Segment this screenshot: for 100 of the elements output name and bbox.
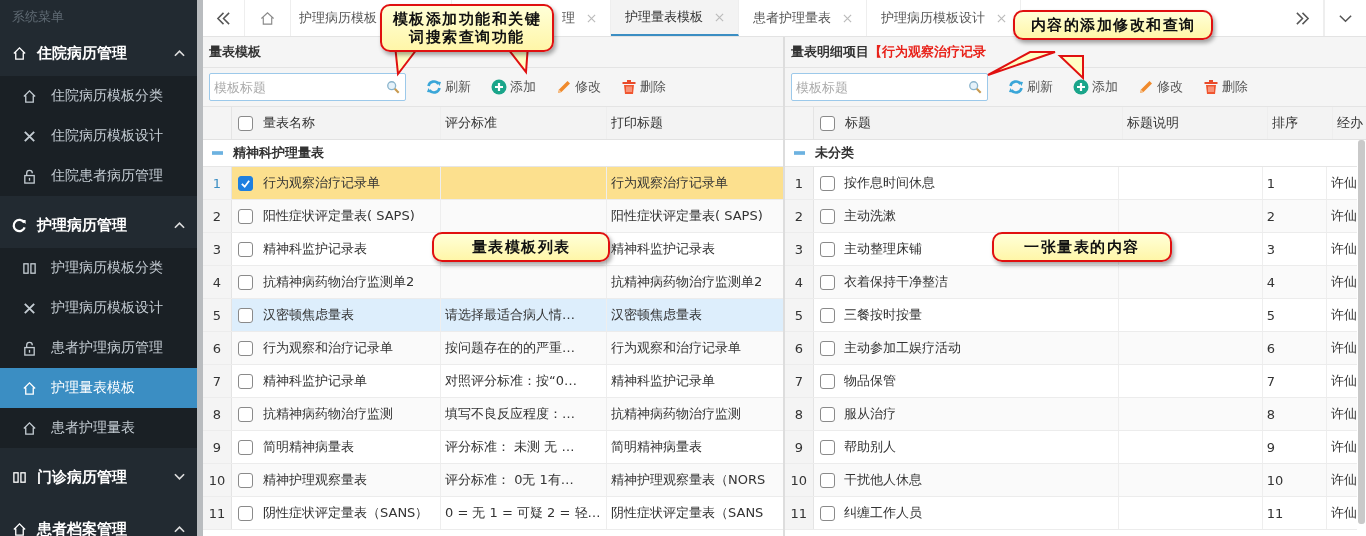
table-row[interactable]: 8 抗精神病药物治疗监测 填写不良反应程度：… 抗精神病药物治疗监测: [203, 398, 783, 431]
chevron-down-icon[interactable]: [174, 473, 185, 481]
menu-group-header[interactable]: 门诊病历管理: [0, 454, 197, 500]
search-field[interactable]: 模板标题: [209, 73, 406, 101]
table-cell: 简明精神病量表: [259, 431, 441, 463]
table-cell: 三餐按时按量: [840, 299, 1120, 331]
search-field[interactable]: 模板标题: [791, 73, 988, 101]
toolbar-button[interactable]: 添加: [483, 76, 544, 98]
callout-tooltip: 一张量表的内容: [992, 232, 1172, 262]
tab[interactable]: 护理量表模板: [611, 0, 739, 36]
checkbox[interactable]: [238, 505, 253, 521]
checkbox[interactable]: [819, 175, 835, 191]
toolbar-button[interactable]: 刷新: [1000, 76, 1061, 98]
table-cell: 物品保管: [840, 365, 1120, 397]
column-header[interactable]: 评分标准: [441, 107, 607, 139]
callout-tooltip: 内容的添加修改和查询: [1013, 10, 1213, 40]
menu-item[interactable]: 护理病历模板设计: [0, 288, 197, 328]
toolbar-button[interactable]: 删除: [1195, 76, 1256, 98]
checkbox[interactable]: [238, 340, 253, 356]
scrollbar[interactable]: [1358, 140, 1365, 524]
table-row[interactable]: 5 汉密顿焦虑量表 请选择最适合病人情… 汉密顿焦虑量表: [203, 299, 783, 332]
menu-group-header[interactable]: 护理病历管理: [0, 202, 197, 248]
checkbox[interactable]: [819, 373, 835, 389]
home-icon: [22, 88, 37, 104]
trash-icon: [1203, 79, 1219, 95]
table-row[interactable]: 10 精神护理观察量表 评分标准： 0无 1有… 精神护理观察量表（NORS: [203, 464, 783, 497]
column-header[interactable]: 标题: [841, 107, 1123, 139]
checkbox[interactable]: [819, 208, 835, 224]
table-cell-text: 抗精神病药物治疗监测: [610, 405, 742, 423]
toolbar-button[interactable]: 添加: [1065, 76, 1126, 98]
column-header[interactable]: 标题说明: [1123, 107, 1268, 139]
toolbar-button[interactable]: 删除: [613, 76, 674, 98]
checkbox[interactable]: [238, 439, 253, 455]
checkbox[interactable]: [819, 274, 835, 290]
table-cell: 服从治疗: [840, 398, 1120, 430]
checkbox[interactable]: [819, 241, 835, 257]
table-row[interactable]: 9 简明精神病量表 评分标准： 未测 无 … 简明精神病量表: [203, 431, 783, 464]
table-cell-text: 抗精神病药物治疗监测单2: [610, 273, 764, 291]
checkbox[interactable]: [238, 373, 253, 389]
column-header[interactable]: 排序: [1268, 107, 1333, 139]
checkbox[interactable]: [238, 274, 253, 290]
home-icon: [22, 380, 37, 396]
close-icon[interactable]: [587, 13, 596, 23]
row-number: 6: [203, 332, 232, 364]
table-row[interactable]: 1 行为观察治疗记录单 行为观察治疗记录单: [203, 167, 783, 200]
table-cell: 纠缠工作人员: [840, 497, 1120, 529]
checkbox[interactable]: [238, 406, 253, 422]
collapse-icon[interactable]: [794, 150, 805, 156]
checkbox[interactable]: [238, 307, 253, 323]
toolbar-button[interactable]: 修改: [548, 76, 609, 98]
row-number: 3: [203, 233, 232, 265]
checkbox[interactable]: [819, 472, 835, 488]
checkbox[interactable]: [819, 340, 835, 356]
checkbox[interactable]: [238, 241, 253, 257]
menu-item[interactable]: 住院患者病历管理: [0, 156, 197, 196]
tab[interactable]: 患者护理量表: [739, 0, 867, 36]
chevron-up-icon[interactable]: [174, 221, 185, 229]
table-row[interactable]: 6 行为观察和治疗记录单 按问题存在的的严重… 行为观察和治疗记录单: [203, 332, 783, 365]
menu-item[interactable]: 住院病历模板分类: [0, 76, 197, 116]
close-icon[interactable]: [843, 13, 852, 23]
menu-item[interactable]: 护理病历模板分类: [0, 248, 197, 288]
table-row[interactable]: 2 阳性症状评定量表( SAPS) 阳性症状评定量表( SAPS): [203, 200, 783, 233]
table-row[interactable]: 11 阴性症状评定量表（SANS） 0 = 无 1 = 可疑 2 = 轻… 阴性症状评定量表（SANS: [203, 497, 783, 530]
checkbox[interactable]: [819, 406, 835, 422]
column-header[interactable]: 打印标题: [607, 107, 783, 139]
checkbox[interactable]: [820, 115, 835, 131]
menu-item[interactable]: 患者护理量表: [0, 408, 197, 448]
refresh-icon: [12, 217, 27, 233]
table-row[interactable]: 7 精神科监护记录单 对照评分标准：按“0… 精神科监护记录单: [203, 365, 783, 398]
table-cell-text: 许仙: [1330, 504, 1357, 522]
table-cell: 抗精神病药物治疗监测: [259, 398, 441, 430]
checkbox[interactable]: [238, 472, 253, 488]
row-number: 9: [203, 431, 232, 463]
row-number: 3: [785, 233, 814, 265]
menu-item[interactable]: 护理量表模板: [0, 368, 197, 408]
menu-item[interactable]: 患者护理病历管理: [0, 328, 197, 368]
toolbar-button[interactable]: 刷新: [418, 76, 479, 98]
close-icon[interactable]: [997, 13, 1006, 23]
chevron-up-icon[interactable]: [174, 525, 185, 533]
row-number: 5: [785, 299, 814, 331]
search-icon: [968, 80, 982, 94]
column-header[interactable]: 量表名称: [259, 107, 441, 139]
checkbox[interactable]: [238, 175, 253, 191]
table-row[interactable]: 4 抗精神病药物治疗监测单2 抗精神病药物治疗监测单2: [203, 266, 783, 299]
collapse-icon[interactable]: [212, 150, 223, 156]
menu-group-header[interactable]: 患者档案管理: [0, 506, 197, 536]
checkbox[interactable]: [238, 208, 253, 224]
table-cell: 精神护理观察量表: [259, 464, 441, 496]
menu-group-header[interactable]: 住院病历管理: [0, 30, 197, 76]
checkbox[interactable]: [819, 307, 835, 323]
column-header[interactable]: 经办: [1333, 107, 1366, 139]
checkbox[interactable]: [819, 439, 835, 455]
checkbox[interactable]: [819, 505, 835, 521]
checkbox[interactable]: [238, 115, 253, 131]
table-cell: 4: [1262, 266, 1327, 298]
menu-item[interactable]: 住院病历模板设计: [0, 116, 197, 156]
double-chevron-left-icon: [216, 10, 231, 26]
toolbar-button[interactable]: 修改: [1130, 76, 1191, 98]
table-cell: 5: [1262, 299, 1327, 331]
chevron-up-icon[interactable]: [174, 49, 185, 57]
